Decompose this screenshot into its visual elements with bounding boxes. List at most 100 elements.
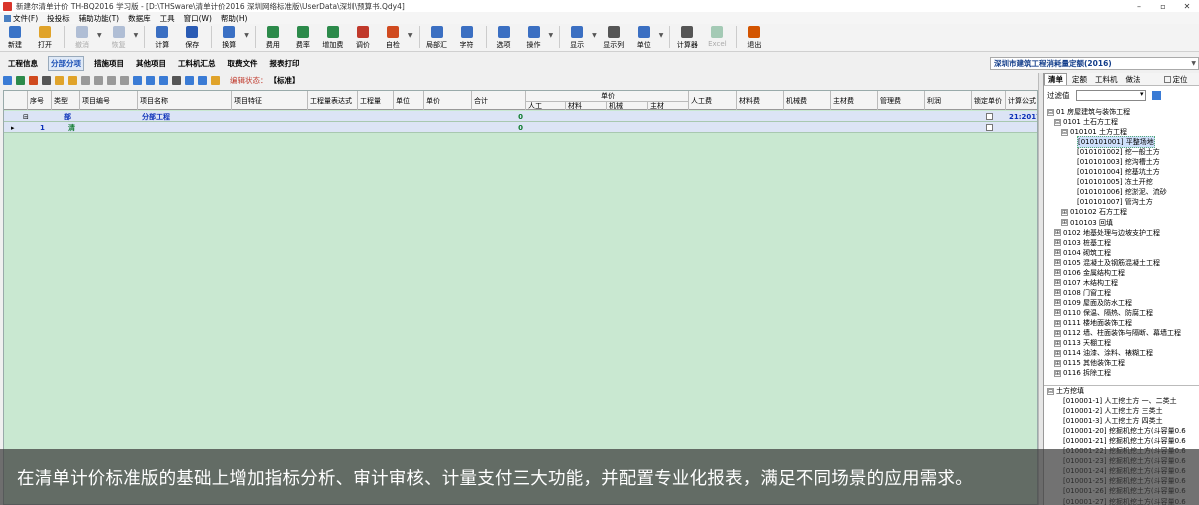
tree-node[interactable]: ⊞ 0109 屋面及防水工程 <box>1044 298 1199 308</box>
expand-toggle-icon[interactable]: ⊞ <box>1054 249 1061 257</box>
menu-item[interactable]: 工具 <box>160 13 175 24</box>
expand-toggle-icon[interactable]: ⊞ <box>1054 349 1061 357</box>
col-name[interactable]: 项目名称 <box>138 91 232 110</box>
cell-total[interactable]: 0 <box>472 111 526 122</box>
right-icon[interactable] <box>120 75 129 85</box>
tree-node[interactable]: ⊞ 0116 拆除工程 <box>1044 368 1199 378</box>
tree-node[interactable]: ⊟ 0101 土石方工程 <box>1044 117 1199 127</box>
tree-node[interactable]: [010001-2] 人工挖土方 三类土 <box>1044 406 1199 416</box>
col-material-fee[interactable]: 材料费 <box>737 91 784 110</box>
expand-toggle-icon[interactable]: ⊟ <box>1061 128 1068 136</box>
tree-node[interactable]: ⊞ 010102 石方工程 <box>1044 207 1199 217</box>
dropdown-arrow-icon[interactable]: ▼ <box>244 32 249 39</box>
filter-input[interactable] <box>1075 90 1146 101</box>
grid-icon[interactable] <box>146 75 155 85</box>
toolbar-button[interactable]: 选项 <box>493 26 515 50</box>
col-qty[interactable]: 工程量 <box>358 91 394 110</box>
move-up-icon[interactable] <box>81 75 90 85</box>
toolbar-button[interactable]: 显示列 <box>603 26 625 50</box>
locked-checkbox[interactable] <box>984 122 998 133</box>
toolbar-button[interactable]: 换算 <box>218 26 240 50</box>
toolbar-button[interactable]: 自检 <box>382 26 404 50</box>
dropdown-arrow-icon[interactable]: ▼ <box>97 32 102 39</box>
toolbar-button[interactable]: 费用 <box>262 26 284 50</box>
expand-toggle-icon[interactable]: ⊟ <box>1047 108 1054 116</box>
dropdown-arrow-icon[interactable]: ▼ <box>592 32 597 39</box>
dropdown-arrow-icon[interactable]: ▼ <box>134 32 139 39</box>
tree-node[interactable]: [010001-3] 人工挖土方 四类土 <box>1044 416 1199 426</box>
expand-toggle-icon[interactable]: ⊞ <box>1054 299 1061 307</box>
tree-node[interactable]: [010001-20] 挖掘机挖土方(斗容量0.6 <box>1044 426 1199 436</box>
replace-icon[interactable] <box>185 75 194 85</box>
tree-node[interactable]: [010101007] 管沟土方 <box>1044 197 1199 207</box>
toolbar-button[interactable]: 新建 <box>4 26 26 50</box>
toolbar-button[interactable]: 显示 <box>566 26 588 50</box>
menu-item[interactable]: 窗口(W) <box>184 13 212 24</box>
menu-item[interactable]: 辅助功能(T) <box>79 13 119 24</box>
expand-toggle-icon[interactable]: ⊞ <box>1054 279 1061 287</box>
paste-icon[interactable] <box>68 75 77 85</box>
locate-checkbox[interactable] <box>1163 75 1171 83</box>
delete-icon[interactable] <box>29 75 38 85</box>
tree-node[interactable]: [010101006] 挖淤泥、流砂 <box>1044 187 1199 197</box>
col-labor[interactable]: 人工 <box>526 101 566 110</box>
tree-node[interactable]: ⊞ 0102 地基处理与边坡支护工程 <box>1044 228 1199 238</box>
module-tab[interactable]: 措施项目 <box>92 57 126 70</box>
table-row[interactable]: ▸ 1 清 0 <box>4 122 1037 133</box>
dropdown-arrow-icon[interactable]: ▼ <box>549 32 554 39</box>
col-price[interactable]: 单价 <box>424 91 472 110</box>
col-seq[interactable]: 序号 <box>28 91 52 110</box>
module-tab[interactable]: 取费文件 <box>226 57 260 70</box>
minimize-button[interactable]: – <box>1127 0 1151 12</box>
module-tab[interactable]: 报表打印 <box>268 57 302 70</box>
expand-toggle-icon[interactable]: ⊞ <box>1054 339 1061 347</box>
toolbar-button[interactable]: 字符 <box>456 26 478 50</box>
col-code[interactable]: 项目编号 <box>80 91 138 110</box>
locked-checkbox[interactable] <box>984 111 998 122</box>
col-unit[interactable]: 单位 <box>394 91 424 110</box>
col-locked[interactable]: 锁定单价 <box>972 91 1006 110</box>
col-main-mat[interactable]: 主材 <box>648 101 689 110</box>
tree-node[interactable]: ⊞ 0106 金属结构工程 <box>1044 268 1199 278</box>
expand-toggle-icon[interactable]: ⊞ <box>1061 208 1068 216</box>
filter-icon[interactable] <box>198 75 207 85</box>
cell-total[interactable]: 0 <box>472 122 526 133</box>
tree-node[interactable]: ⊞ 0113 天棚工程 <box>1044 338 1199 348</box>
toolbar-button[interactable]: 恢复 <box>108 26 130 50</box>
cell-name[interactable] <box>140 122 232 133</box>
col-feature[interactable]: 项目特征 <box>232 91 308 110</box>
col-manage-fee[interactable]: 管理费 <box>878 91 925 110</box>
tree-node[interactable]: ⊟ 01 房屋建筑与装饰工程 <box>1044 107 1199 117</box>
menu-item[interactable]: 文件(F) <box>4 13 38 24</box>
insert-icon[interactable] <box>3 75 12 85</box>
tree-node[interactable]: [010001-1] 人工挖土方 一、二类土 <box>1044 396 1199 406</box>
tree-node[interactable]: ⊞ 0115 其他装饰工程 <box>1044 358 1199 368</box>
expand-toggle-icon[interactable]: ⊞ <box>1054 259 1061 267</box>
view-icon[interactable] <box>133 75 142 85</box>
toolbar-button[interactable]: 操作 <box>523 26 545 50</box>
cell-name[interactable]: 分部工程 <box>140 111 232 122</box>
expand-toggle-icon[interactable]: ⊞ <box>1054 289 1061 297</box>
maximize-button[interactable]: ▫ <box>1151 0 1175 12</box>
col-expr[interactable]: 工程量表达式 <box>308 91 358 110</box>
expand-toggle-icon[interactable]: ⊟ <box>1047 387 1054 395</box>
tree-node[interactable]: ⊞ 0103 桩基工程 <box>1044 238 1199 248</box>
expand-toggle-icon[interactable]: ⊟ <box>1054 118 1061 126</box>
toolbar-button[interactable]: 退出 <box>743 26 765 50</box>
tree-node[interactable]: ⊞ 0114 油漆、涂料、裱糊工程 <box>1044 348 1199 358</box>
cell-code[interactable] <box>80 111 138 122</box>
table-row[interactable]: ⊟ 部 分部工程 0 21:2017 <box>4 111 1037 122</box>
toolbar-button[interactable]: 局部汇 <box>426 26 448 50</box>
tab-material[interactable]: 工料机 <box>1092 74 1121 85</box>
toolbar-button[interactable]: 撤消 <box>71 26 93 50</box>
tree-node[interactable]: ⊞ 0110 保温、隔热、防腐工程 <box>1044 308 1199 318</box>
menu-item[interactable]: 数据库 <box>128 13 151 24</box>
module-tab[interactable]: 分部分项 <box>48 56 84 71</box>
add-row-icon[interactable] <box>16 75 25 85</box>
close-button[interactable]: ✕ <box>1175 0 1199 12</box>
col-formula[interactable]: 计算公式 <box>1006 91 1037 110</box>
tree-node[interactable]: ⊞ 0105 混凝土及钢筋混凝土工程 <box>1044 258 1199 268</box>
cut-icon[interactable] <box>42 75 51 85</box>
dropdown-arrow-icon[interactable]: ▼ <box>659 32 664 39</box>
expand-toggle-icon[interactable]: ⊞ <box>1054 309 1061 317</box>
